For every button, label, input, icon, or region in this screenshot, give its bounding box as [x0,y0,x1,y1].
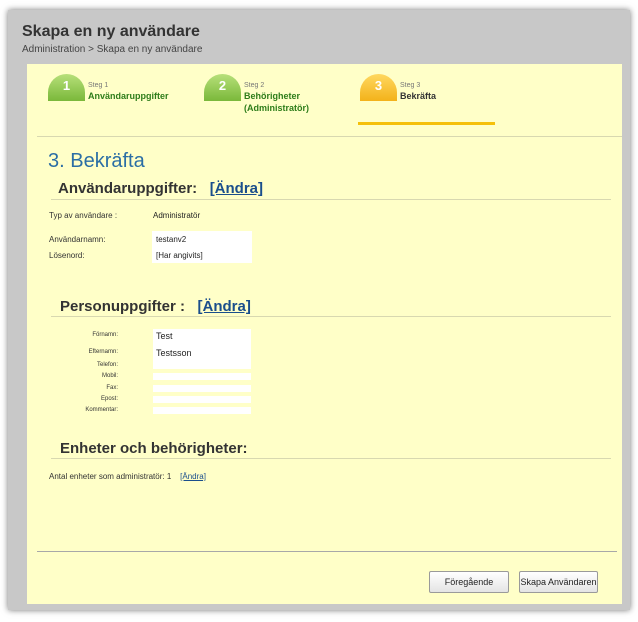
person-section-title: Personuppgifter : [60,298,186,315]
window-frame: Skapa en ny användare Administration > S… [8,10,630,610]
page-header-title: Skapa en ny användare [22,23,200,40]
fax-value [153,385,251,392]
phone-value [153,362,251,369]
step-3-label: Steg 3 [400,82,421,89]
page-title: 3. Bekräfta [48,150,145,172]
user-section-title: Användaruppgifter: [58,180,198,197]
phone-label: Telefon: [96,362,118,368]
person-section-divider [51,316,611,317]
footer-divider [37,551,617,552]
active-step-indicator [358,122,495,125]
person-section-heading: Personuppgifter : [Ändra] [60,298,251,315]
username-label: Användarnamn: [49,235,106,244]
wizard-step-1[interactable]: 1 Steg 1 Användaruppgifter [48,64,198,124]
user-type-label: Typ av användare : [49,211,118,220]
units-section-divider [51,458,611,459]
create-user-button[interactable]: Skapa Användaren [519,571,598,593]
password-label: Lösenord: [49,251,85,260]
step-3-circle-icon: 3 [360,74,397,101]
step-1-label: Steg 1 [88,82,109,89]
password-value: [Har angivits] [156,251,203,260]
firstname-value: Test [156,331,173,341]
wizard-step-2[interactable]: 2 Steg 2 Behörigheter (Administratör) [204,64,354,124]
step-1-number: 1 [62,78,71,93]
step-2-name: Behörigheter (Administratör) [244,90,309,114]
step-2-name-line1: Behörigheter [244,91,301,101]
page-header: Skapa en ny användare Administration > S… [8,10,630,62]
comment-value [153,407,251,414]
units-count-row: Antal enheter som administratör: 1 [Ändr… [49,472,206,481]
wizard-panel: 1 Steg 1 Användaruppgifter 2 Steg 2 Behö… [27,64,622,604]
units-section-heading: Enheter och behörigheter: [60,440,248,457]
step-3-number: 3 [374,78,383,93]
step-2-label: Steg 2 [244,82,265,89]
user-section-divider [51,199,611,200]
user-section-heading: Användaruppgifter: [Ändra] [58,180,263,197]
wizard-step-3: 3 Steg 3 Bekräfta [360,64,500,124]
units-count-text: Antal enheter som administratör: 1 [49,472,172,481]
mobile-value [153,373,251,380]
step-3-name: Bekräfta [400,91,437,101]
firstname-label: Förnamn: [92,332,118,338]
lastname-label: Efternamn: [88,349,118,355]
edit-person-link[interactable]: [Ändra] [198,298,251,315]
previous-button[interactable]: Föregående [429,571,509,593]
email-label: Epost: [100,396,118,402]
steps-divider [37,136,622,137]
step-2-number: 2 [218,78,227,93]
comment-label: Kommentar: [85,407,118,413]
step-2-name-line2: (Administratör) [244,103,309,113]
username-value: testanv2 [156,235,187,244]
edit-units-link[interactable]: [Ändra] [180,472,206,481]
breadcrumb: Administration > Skapa en ny användare [22,44,203,55]
fax-label: Fax: [106,385,118,391]
step-2-circle-icon: 2 [204,74,241,101]
lastname-value: Testsson [156,348,192,358]
email-value [153,396,251,403]
mobile-label: Mobil: [101,373,118,379]
step-1-name: Användaruppgifter [88,91,169,101]
edit-user-link[interactable]: [Ändra] [210,180,263,197]
step-1-circle-icon: 1 [48,74,85,101]
user-type-value: Administratör [153,211,201,220]
